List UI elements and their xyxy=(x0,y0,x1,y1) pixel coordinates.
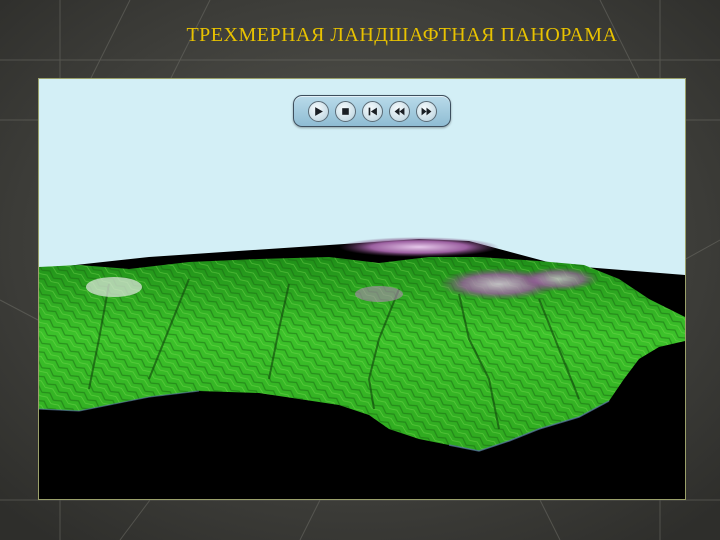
fast-forward-icon xyxy=(421,107,431,115)
terrain-panorama-image xyxy=(39,79,685,499)
play-button[interactable] xyxy=(307,100,329,122)
stop-icon xyxy=(341,107,349,115)
play-icon xyxy=(314,106,323,116)
fast-forward-button[interactable] xyxy=(415,100,437,122)
slide-title: ТРЕХМЕРНАЯ ЛАНДШАФТНАЯ ПАНОРАМА xyxy=(186,24,618,46)
skip-to-start-button[interactable] xyxy=(361,100,383,122)
panorama-viewport[interactable] xyxy=(38,78,686,500)
rewind-icon xyxy=(394,107,404,115)
skip-to-start-icon xyxy=(368,107,377,115)
media-control-bar xyxy=(293,95,451,127)
rewind-button[interactable] xyxy=(388,100,410,122)
stop-button[interactable] xyxy=(334,100,356,122)
